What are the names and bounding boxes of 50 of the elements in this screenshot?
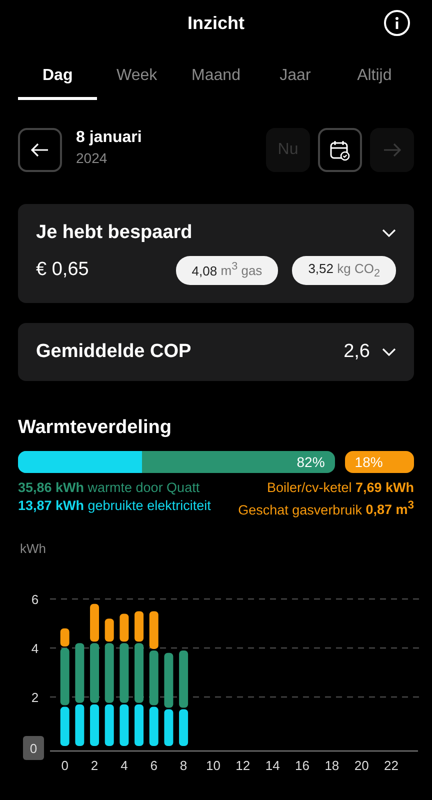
arrow-right-icon [383,143,401,157]
x-tick-label: 4 [120,758,128,774]
legend-text: 35,86 kWh warmte door Quatt [18,478,200,497]
page-title: Inzicht [188,12,244,34]
chevron-down-icon[interactable] [382,348,396,356]
legend-text: Geschat gasverbruik 0,87 m$^{3}$ [238,498,414,520]
arrow-left-icon [31,143,49,157]
y-tick-label: 0 [23,736,44,760]
period-tab[interactable]: Week [97,56,176,100]
calendar-icon [329,139,351,161]
y-tick-label: 0 [30,741,38,756]
x-tick-label: 10 [206,758,220,774]
x-tick-label: 20 [354,758,369,774]
x-tick-label: 22 [384,758,399,774]
share-label: 18% [354,454,384,470]
cop-card[interactable]: Gemiddelde COP 2,6 [18,322,414,381]
savings-card[interactable]: Je hebt bespaard € 0,65 4,08 m$^{3}$ gas 3,52 kg CO$_{2}$ [18,204,414,303]
card-title: Gemiddelde COP [36,340,192,363]
period-tab[interactable]: Maand [176,56,256,100]
period-tab[interactable]: Dag [18,56,98,100]
info-button[interactable] [384,10,410,36]
card-title: Je hebt bespaard [36,222,192,244]
x-tick-label: 18 [324,758,340,774]
savings-chip: 3,52 kg CO$_{2}$ [292,256,396,285]
period-tab[interactable]: Altijd [334,56,414,100]
y-tick-label: 4 [31,641,39,656]
x-tick-label: 0 [61,758,68,774]
x-tick-label: 16 [295,758,310,774]
legend-text: Boiler/cv-ketel 7,69 kWh [266,478,414,497]
chevron-down-icon[interactable] [382,229,396,237]
cop-value: 2,6 [344,340,370,363]
y-tick-label: 2 [31,690,39,706]
calendar-button[interactable] [318,128,362,172]
y-tick-label: 6 [31,592,39,608]
axis-unit-label: kWh [20,541,47,556]
year-label: 2024 [76,150,108,166]
period-tab[interactable]: Jaar [256,56,335,100]
savings-chip: 4,08 m$^{3}$ gas [176,256,278,285]
savings-amount: € 0,65 [36,259,89,282]
share-label: 82% [296,454,326,470]
previous-button[interactable] [18,128,62,172]
x-tick-label: 2 [90,758,98,774]
legend-text: 13,87 kWh gebruikte elektriciteit [18,496,211,515]
date-label: 8 januari [76,128,143,146]
section-title: Warmteverdeling [18,416,172,439]
x-tick-label: 12 [236,758,250,774]
x-tick-label: 8 [180,758,188,774]
x-tick-label: 6 [150,758,158,774]
x-tick-label: 14 [265,758,280,774]
info-icon [395,17,399,29]
